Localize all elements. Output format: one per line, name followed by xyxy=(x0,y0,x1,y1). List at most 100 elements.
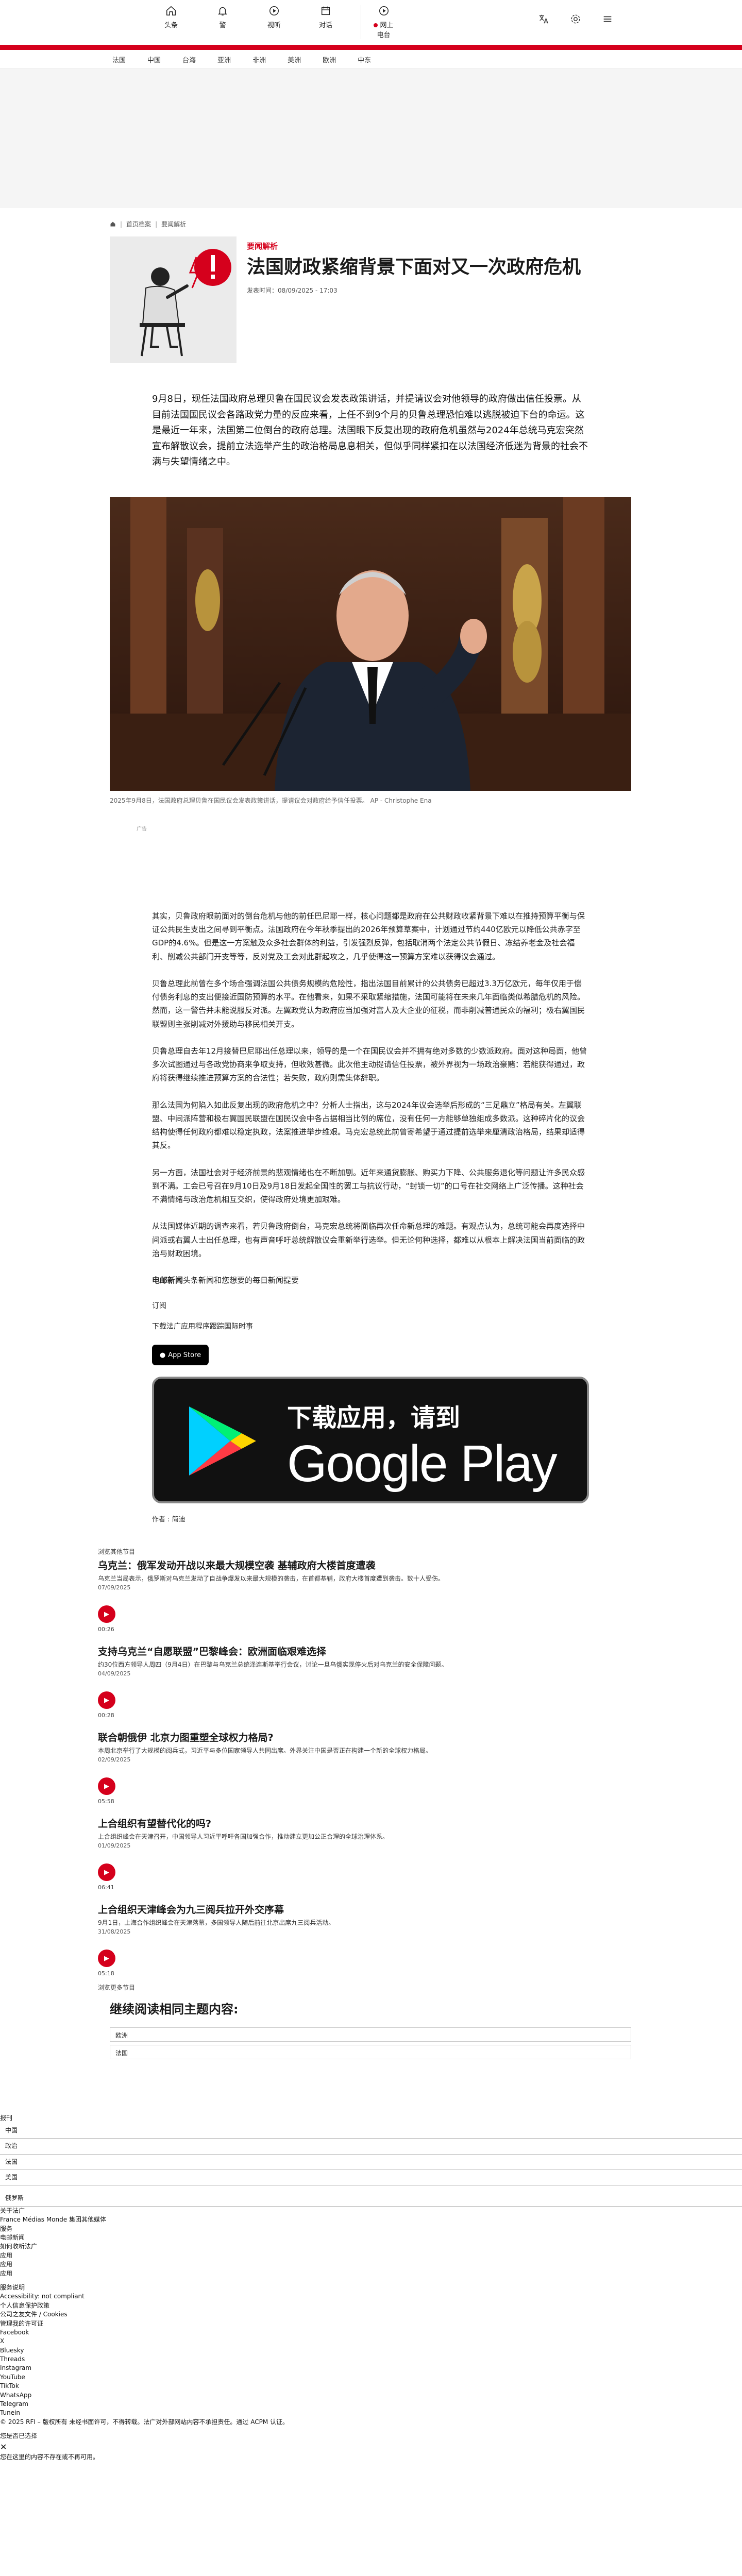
section-link-asia[interactable]: 亚洲 xyxy=(217,55,231,64)
site-footer: 报刊 中国 政治 法国 美国 俄罗斯 关于法广 France Médias Mo… xyxy=(0,2114,742,2462)
footer-link[interactable]: Accessibility: not compliant xyxy=(0,2292,742,2301)
translate-icon[interactable] xyxy=(538,13,549,25)
footer-row[interactable]: 法国 xyxy=(0,2155,742,2171)
footer-link[interactable]: 应用 xyxy=(0,2251,742,2260)
bluesky-link[interactable]: Bluesky xyxy=(0,2346,742,2355)
related-title[interactable]: 支持乌克兰“自愿联盟”巴黎峰会：欧洲面临艰难选择 xyxy=(98,1644,644,1658)
close-icon[interactable]: ✕ xyxy=(0,2441,742,2453)
footer-link[interactable]: 个人信息保护政策 xyxy=(0,2301,742,2310)
google-play-line-2: Google Play xyxy=(287,1435,558,1493)
play-icon[interactable]: ▶ xyxy=(98,1605,115,1623)
nav-media[interactable]: 视听 xyxy=(258,5,291,39)
home-icon[interactable] xyxy=(110,221,116,227)
instagram-link[interactable]: Instagram xyxy=(0,2364,742,2372)
related-title[interactable]: 上合组织天津峰会为九三阅兵拉开外交序幕 xyxy=(98,1902,644,1916)
footer-link[interactable]: 您是否已选择 xyxy=(0,2432,742,2441)
live-label: 网上 电台 xyxy=(377,22,394,39)
breadcrumb-separator: | xyxy=(155,220,158,228)
footer-row[interactable]: 政治 xyxy=(0,2139,742,2155)
breadcrumb-archive[interactable]: 首页档案 xyxy=(126,219,151,228)
nav-alerts[interactable]: 警 xyxy=(206,5,239,39)
app-prompt: 下载法广应用程序跟踪国际时事 xyxy=(152,1323,253,1331)
related-title[interactable]: 联合朝俄伊 北京力图重塑全球权力格局? xyxy=(98,1730,644,1744)
section-link-middle-east[interactable]: 中东 xyxy=(358,55,371,64)
footer-link[interactable]: 如何收听法广 xyxy=(0,2242,742,2251)
related-date: 31/08/2025 xyxy=(98,1928,131,1936)
related-date: 04/09/2025 xyxy=(98,1670,131,1677)
footer-link[interactable]: 应用 xyxy=(0,2269,742,2278)
telegram-link[interactable]: Telegram xyxy=(0,2400,742,2409)
related-desc: 乌克兰当局表示，俄罗斯对乌克兰发动了自战争爆发以来最大规模的袭击，在首都基辅，政… xyxy=(98,1575,445,1583)
subscribe-link[interactable]: 订阅 xyxy=(152,1300,742,1311)
play-icon[interactable]: ▶ xyxy=(98,1950,115,1968)
settings-icon[interactable] xyxy=(570,13,581,25)
body-paragraph: 从法国媒体近期的调查来看，若贝鲁政府倒台，马克宏总统将面临再次任命新总理的难题。… xyxy=(152,1222,585,1258)
app-store-label: App Store xyxy=(168,1351,201,1359)
footer-spacer xyxy=(0,2427,742,2432)
footer-link[interactable]: 关于法广 xyxy=(0,2207,742,2215)
tunein-link[interactable]: Tunein xyxy=(0,2409,742,2417)
footer-link[interactable]: 应用 xyxy=(0,2260,742,2269)
x-link[interactable]: X xyxy=(0,2337,742,2346)
related-item[interactable]: 支持乌克兰“自愿联盟”巴黎峰会：欧洲面临艰难选择 约30位西方领导人周四（9月4… xyxy=(98,1644,644,1719)
footer-link[interactable]: 管理我的许可证 xyxy=(0,2319,742,2328)
related-item[interactable]: 联合朝俄伊 北京力图重塑全球权力格局? 本周北京举行了大规模的阅兵式，习近平与多… xyxy=(98,1730,644,1805)
related-title[interactable]: 上合组织有望替代化的吗? xyxy=(98,1816,644,1830)
related-desc: 上合组织峰会在天津召开，中国领导人习近平呼吁各国加强合作，推动建立更加公正合理的… xyxy=(98,1833,389,1841)
site-header: 头条 警 视听 对话 网上 电台 xyxy=(0,0,742,50)
footer-row[interactable]: 俄罗斯 xyxy=(0,2191,742,2207)
footer-spacer xyxy=(0,2278,742,2283)
footer-link[interactable]: 电邮新闻 xyxy=(0,2233,742,2242)
related-duration: 00:26 xyxy=(98,1626,114,1633)
newsletter-label[interactable]: 电邮新闻 xyxy=(152,1276,183,1285)
tiktok-link[interactable]: TikTok xyxy=(0,2382,742,2391)
live-dot xyxy=(374,23,378,27)
related-item[interactable]: 上合组织天津峰会为九三阅兵拉开外交序幕 9月1日，上海合作组织峰会在天津落幕，多… xyxy=(98,1902,644,1977)
related-item[interactable]: 上合组织有望替代化的吗? 上合组织峰会在天津召开，中国领导人习近平呼吁各国加强合… xyxy=(98,1816,644,1891)
article-title: 法国财政紧缩背景下面对又一次政府危机 xyxy=(247,257,581,278)
related-title[interactable]: 乌克兰：俄军发动开战以来最大规模空袭 基辅政府大楼首度遭袭 xyxy=(98,1558,644,1572)
related-date: 01/09/2025 xyxy=(98,1842,131,1850)
topic-tag-europe[interactable]: 欧洲 xyxy=(110,2027,631,2042)
more-programs-link[interactable]: 浏览更多节目 xyxy=(98,1983,742,1992)
play-icon[interactable]: ▶ xyxy=(98,1863,115,1882)
play-icon[interactable]: ▶ xyxy=(98,1777,115,1795)
footer-row[interactable]: 中国 xyxy=(0,2123,742,2139)
program-thumbnail xyxy=(110,236,237,363)
google-play-banner[interactable]: 下载应用，请到 Google Play xyxy=(152,1377,589,1504)
breadcrumb-section[interactable]: 要闻解析 xyxy=(161,219,186,228)
section-nav: 法国 中国 台海 亚洲 非洲 美洲 欧洲 中东 xyxy=(0,50,742,69)
article-kicker[interactable]: 要闻解析 xyxy=(247,241,581,251)
section-link-americas[interactable]: 美洲 xyxy=(288,55,301,64)
facebook-link[interactable]: Facebook xyxy=(0,2328,742,2337)
section-link-africa[interactable]: 非洲 xyxy=(252,55,266,64)
section-link-europe[interactable]: 欧洲 xyxy=(323,55,336,64)
app-store-button[interactable]: ● App Store xyxy=(152,1345,209,1366)
copyright-notice: © 2025 RFI – 版权所有 未经书面许可，不得转载。法广对外部网站内容不… xyxy=(0,2418,289,2426)
footer-link[interactable]: 报刊 xyxy=(0,2114,742,2123)
youtube-link[interactable]: YouTube xyxy=(0,2373,742,2382)
body-paragraph: 贝鲁总理此前曾在多个场合强调法国公共债务规模的危险性，指出法国目前累计的公共债务… xyxy=(152,978,585,1029)
footer-link[interactable]: 服务说明 xyxy=(0,2283,742,2292)
section-link-france[interactable]: 法国 xyxy=(112,55,126,64)
section-link-taiwan-strait[interactable]: 台海 xyxy=(182,55,196,64)
section-link-china[interactable]: 中国 xyxy=(147,55,161,64)
body-paragraph: 另一方面，法国社会对于经济前景的悲观情绪也在不断加剧。近年来通货膨胀、购买力下降… xyxy=(152,1167,585,1205)
threads-link[interactable]: Threads xyxy=(0,2355,742,2364)
continue-heading: 继续阅读相同主题内容: xyxy=(110,2002,239,2017)
google-play-icon xyxy=(189,1406,256,1476)
nav-dialogue[interactable]: 对话 xyxy=(309,5,342,39)
play-icon[interactable]: ▶ xyxy=(98,1691,115,1709)
footer-row[interactable]: 美国 xyxy=(0,2170,742,2186)
whatsapp-link[interactable]: WhatsApp xyxy=(0,2391,742,2400)
live-radio-button[interactable]: 网上 电台 xyxy=(361,5,394,39)
menu-icon[interactable] xyxy=(602,13,613,25)
related-duration: 00:28 xyxy=(98,1712,114,1719)
unavailable-notice: 您在这里的内容不存在或不再可用。 xyxy=(0,2453,99,2461)
related-item[interactable]: 乌克兰：俄军发动开战以来最大规模空袭 基辅政府大楼首度遭袭 乌克兰当局表示，俄罗… xyxy=(98,1558,644,1633)
topic-tag-france[interactable]: 法国 xyxy=(110,2045,631,2060)
footer-link[interactable]: 服务 xyxy=(0,2225,742,2233)
nav-headlines[interactable]: 头条 xyxy=(155,5,188,39)
footer-link[interactable]: France Médias Monde 集团其他媒体 xyxy=(0,2215,742,2224)
footer-link[interactable]: 公司之友文件 / Cookies xyxy=(0,2310,742,2319)
